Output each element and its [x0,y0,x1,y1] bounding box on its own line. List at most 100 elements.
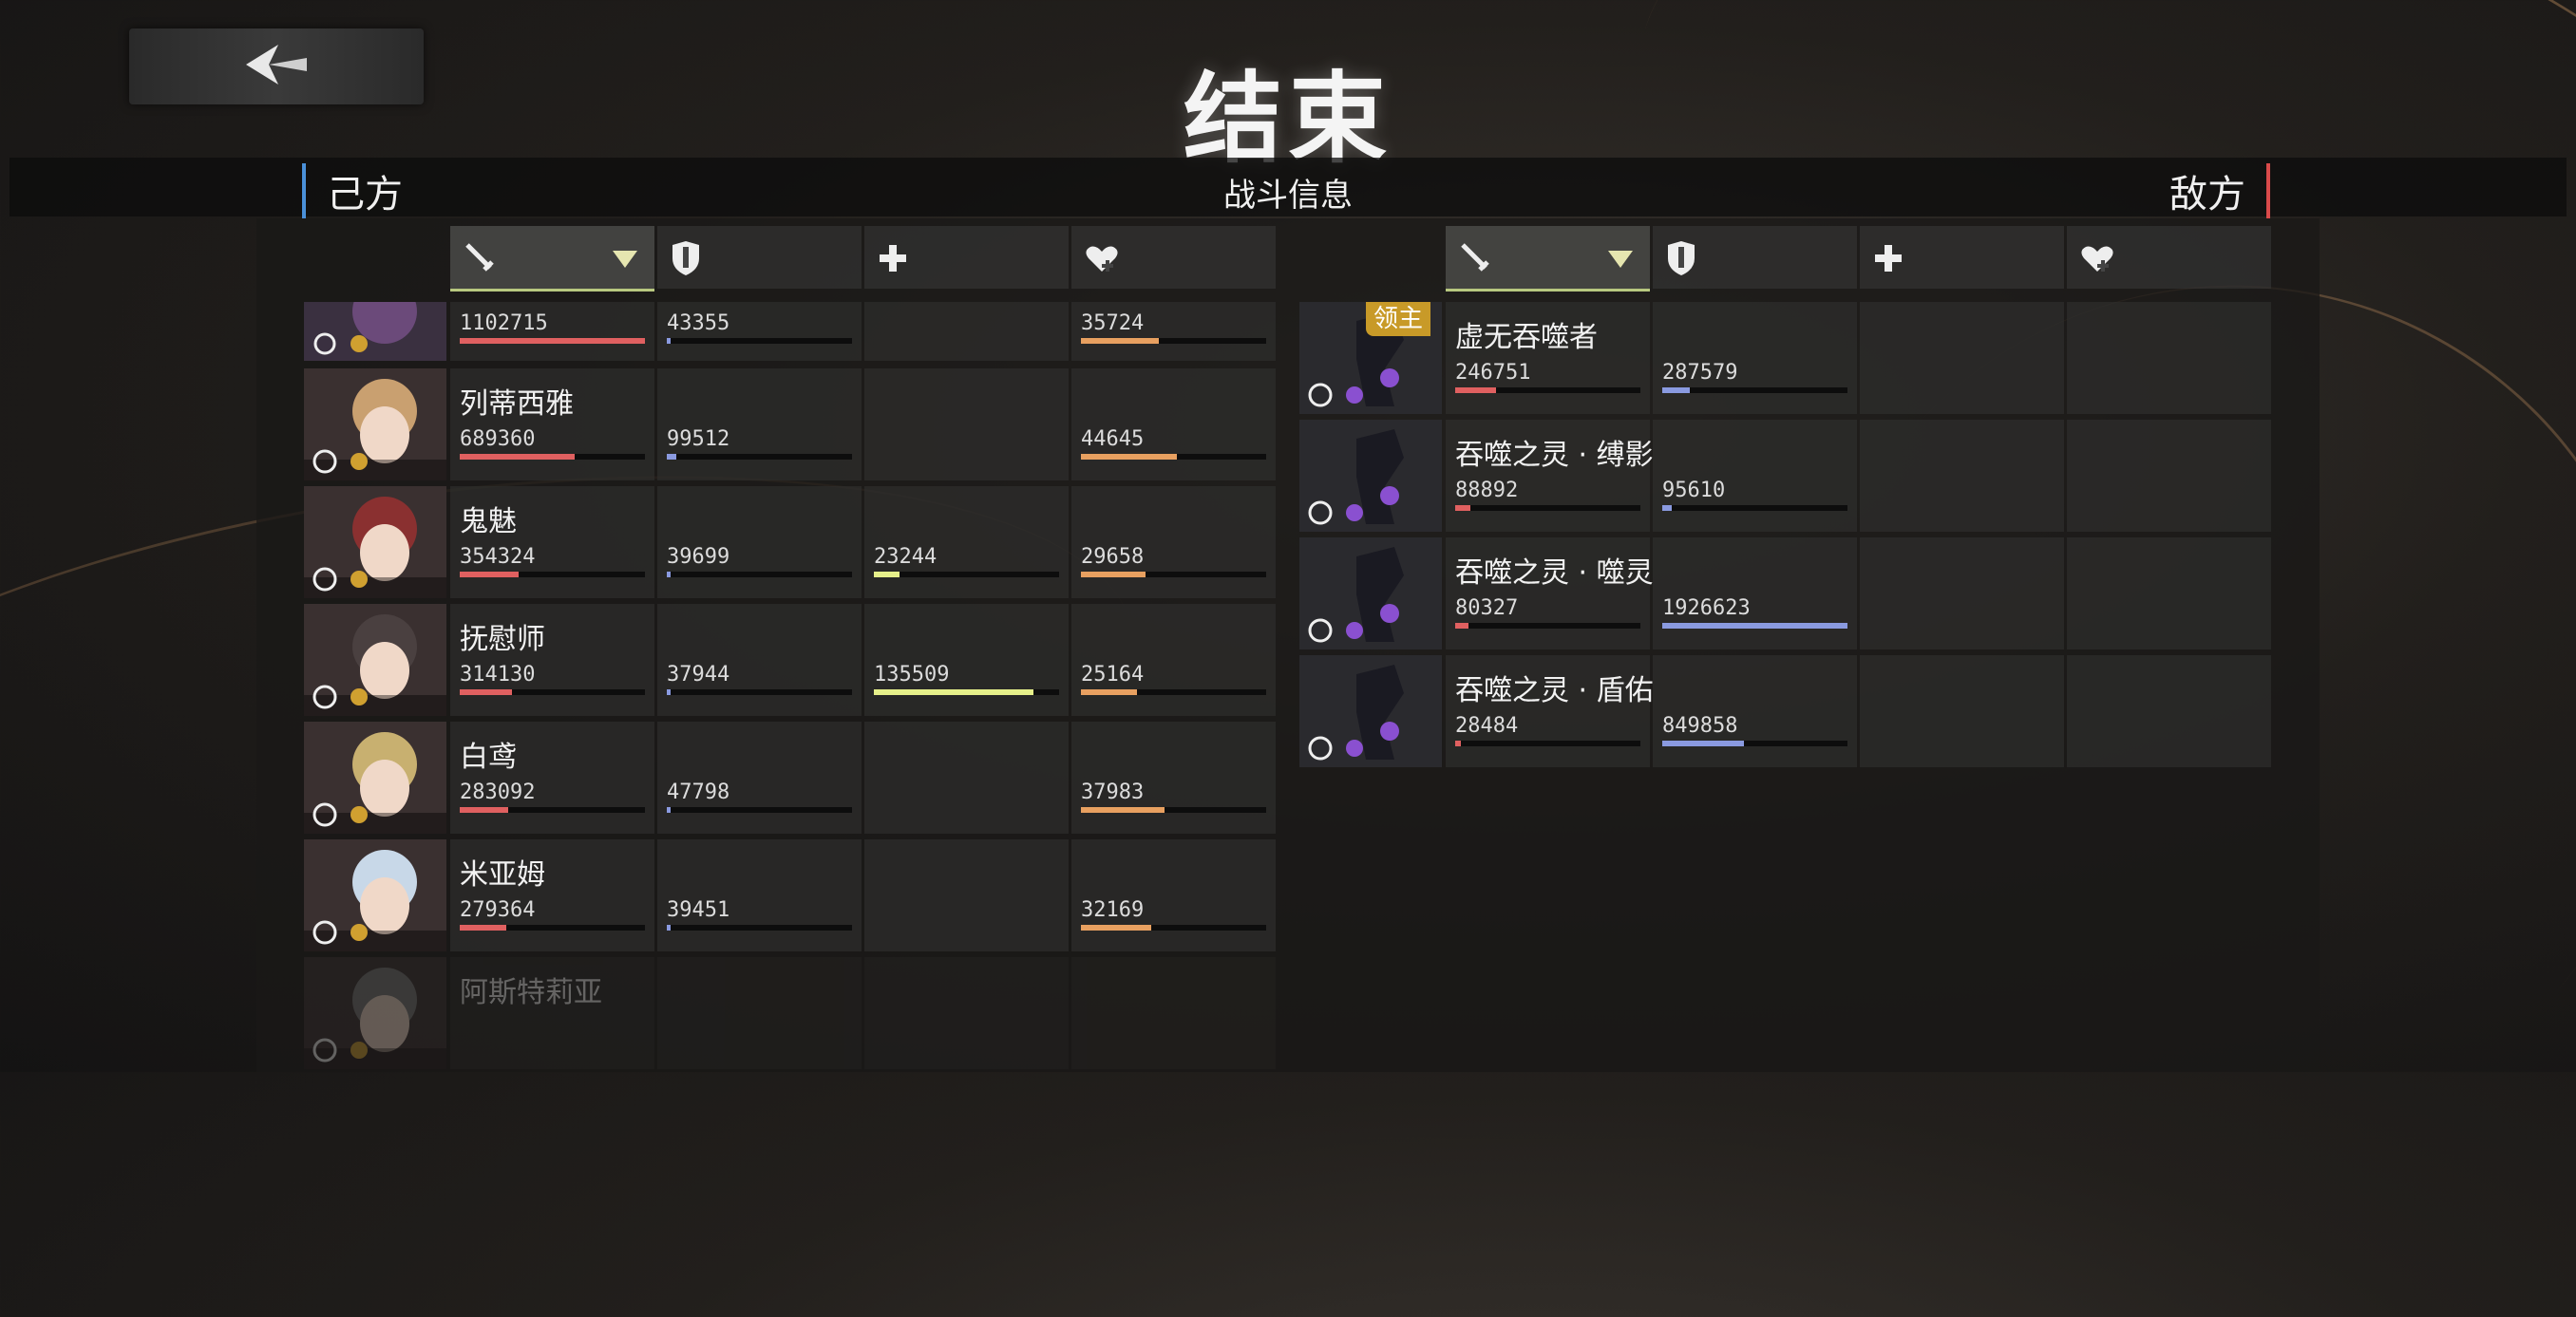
character-portrait [304,486,446,598]
damage-value: 1102715 [460,311,548,335]
shield-icon [669,239,703,281]
stat-cell [864,604,1069,716]
damage-bar-track [460,338,645,344]
stat-cell [864,839,1069,951]
enemy-column-defense-header[interactable] [1653,226,1857,289]
defense-bar-fill [1662,623,1847,629]
enemy-name: 吞噬之灵 · 缚影 [1455,439,1654,472]
defense-bar-fill [667,689,671,695]
damage-bar-fill [1455,623,1468,629]
heal-bar-track [874,572,1059,577]
heal-value: 135509 [874,663,950,687]
stat-cell [657,604,862,716]
defense-bar-fill [667,807,671,813]
support-value: 25164 [1081,663,1145,687]
stat-cell [2067,302,2271,414]
damage-bar-fill [460,454,575,460]
stat-cell [2067,420,2271,532]
defense-bar-fill [1662,741,1744,746]
support-value: 29658 [1081,545,1145,569]
damage-value: 80327 [1455,596,1519,620]
plus-icon [876,239,910,281]
defense-bar-track [1662,387,1847,393]
defense-value: 1926623 [1662,596,1751,620]
stat-cell [1071,368,1276,480]
character-name: 米亚姆 [460,858,545,892]
support-bar-track [1081,572,1266,577]
support-bar-fill [1081,925,1151,931]
damage-bar-track [1455,387,1640,393]
support-bar-track [1081,925,1266,931]
damage-value: 354324 [460,545,536,569]
stat-cell [1071,957,1276,1069]
defense-value: 849858 [1662,714,1738,738]
support-value: 32169 [1081,898,1145,922]
enemy-name: 吞噬之灵 · 盾佑 [1455,674,1654,707]
support-value: 44645 [1081,427,1145,451]
defense-bar-track [667,925,852,931]
character-portrait [304,839,446,951]
stat-cell [864,302,1069,361]
column-defense-header[interactable] [657,226,862,289]
column-support-header[interactable] [1071,226,1276,289]
damage-bar-fill [460,689,512,695]
damage-bar-fill [460,572,519,577]
enemy-column-support-header[interactable] [2067,226,2271,289]
defense-value: 37944 [667,663,730,687]
defense-bar-fill [667,925,671,931]
stat-cell [1653,420,1857,532]
damage-value: 689360 [460,427,536,451]
defense-bar-fill [1662,387,1690,393]
heal-value: 23244 [874,545,938,569]
character-portrait [304,604,446,716]
defense-value: 43355 [667,311,730,335]
damage-bar-fill [460,807,508,813]
heart-plus-icon [2078,239,2116,281]
character-name: 抚慰师 [460,623,545,656]
damage-bar-track [1455,505,1640,511]
support-bar-fill [1081,338,1159,344]
stat-cell [1653,302,1857,414]
stat-cell [657,839,862,951]
support-bar-track [1081,807,1266,813]
defense-bar-fill [667,338,671,344]
heart-plus-icon [1083,239,1121,281]
stat-cell [657,722,862,834]
damage-bar-track [1455,623,1640,629]
stat-cell [657,368,862,480]
stat-cell [1860,537,2064,649]
stat-cell [864,722,1069,834]
support-bar-track [1081,454,1266,460]
stat-cell [2067,537,2271,649]
stat-cell [657,486,862,598]
character-portrait [304,302,446,361]
stat-cell [1071,486,1276,598]
defense-bar-fill [1662,505,1672,511]
support-bar-fill [1081,807,1165,813]
character-name: 列蒂西雅 [460,387,574,421]
stat-cell [864,957,1069,1069]
damage-bar-fill [1455,505,1470,511]
damage-bar-fill [460,925,506,931]
character-name: 鬼魅 [460,505,517,538]
stat-cell [864,368,1069,480]
defense-bar-track [1662,505,1847,511]
stat-cell [1860,420,2064,532]
stat-cell [1071,722,1276,834]
support-value: 37983 [1081,781,1145,804]
stat-cell [864,486,1069,598]
support-value: 35724 [1081,311,1145,335]
column-damage-header[interactable] [450,226,654,292]
support-bar-fill [1081,572,1146,577]
damage-value: 279364 [460,898,536,922]
enemy-column-heal-header[interactable] [1860,226,2064,289]
column-heal-header[interactable] [864,226,1069,289]
damage-value: 283092 [460,781,536,804]
sort-down-icon [1608,251,1633,272]
plus-icon [1871,239,1905,281]
stat-cell [657,957,862,1069]
enemy-column-damage-header[interactable] [1446,226,1650,292]
defense-bar-track [1662,623,1847,629]
stat-cell [1860,655,2064,767]
heal-bar-fill [874,572,900,577]
